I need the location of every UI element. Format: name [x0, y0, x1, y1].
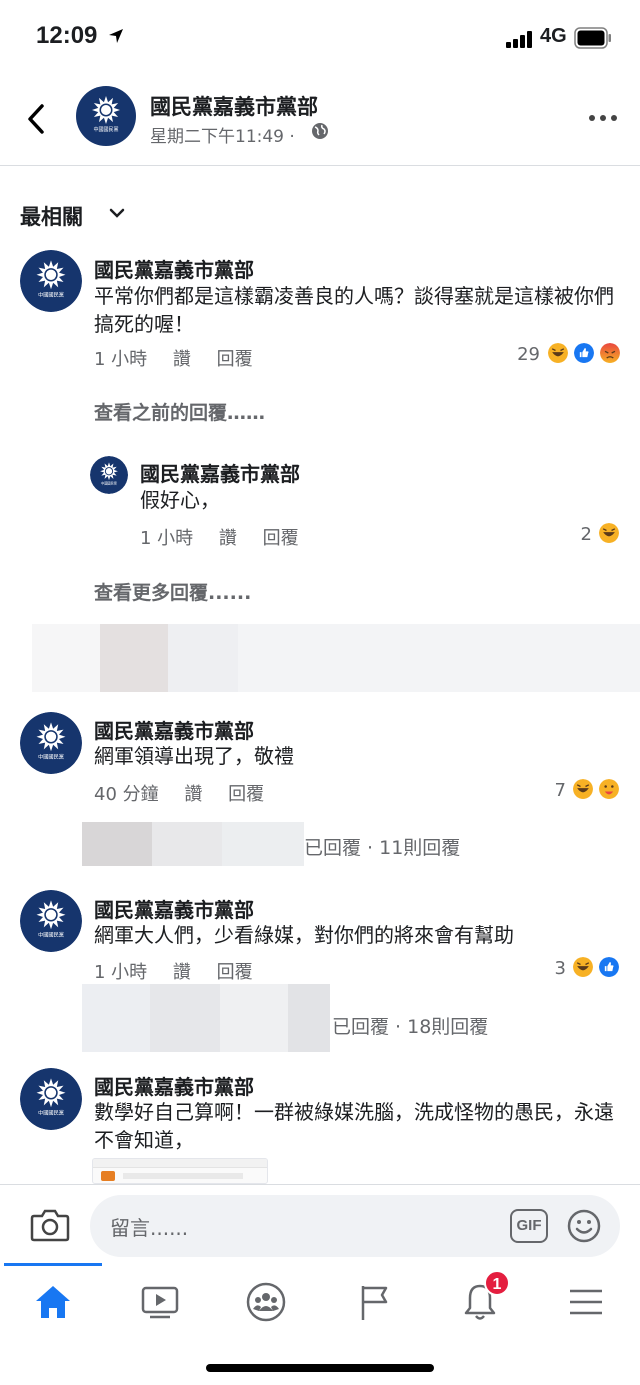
avatar[interactable]: 中國國民黨 [20, 250, 82, 312]
haha-reaction-icon [597, 521, 621, 545]
comment-text: 網軍領導出現了，敬禮 [94, 744, 294, 768]
care-reaction-icon [597, 777, 621, 801]
angry-reaction-icon [598, 341, 622, 365]
logo-text: 中國國民黨 [38, 753, 64, 761]
status-time: 12:09 [36, 22, 98, 49]
tab-watch[interactable] [130, 1278, 190, 1326]
sort-selector[interactable]: 最相關 [20, 201, 83, 231]
tab-pages[interactable] [344, 1278, 404, 1326]
battery-icon [574, 27, 611, 49]
logo-text: 中國國民黨 [38, 931, 64, 939]
reply-meta: 1 小時 讚 回覆 [140, 524, 319, 550]
reaction-count[interactable]: 3 [526, 958, 566, 979]
reply-time: 1 小時 [140, 528, 194, 549]
reply-author[interactable]: 國民黨嘉義市黨部 [140, 458, 300, 487]
comment-time: 40 分鐘 [94, 784, 159, 805]
comment-text: 平常你們都是這樣霸凌善良的人嗎？談得塞就是這樣被你們搞死的喔！ [94, 284, 614, 336]
watch-icon [141, 1286, 179, 1319]
emoji-icon[interactable] [566, 1208, 602, 1244]
reply-text: 假好心， [140, 488, 220, 512]
comment-time: 1 小時 [94, 962, 148, 983]
comment-meta: 40 分鐘 讚 回覆 [94, 780, 284, 806]
more-icon[interactable] [588, 112, 618, 124]
comment-author[interactable]: 國民黨嘉義市黨部 [94, 894, 254, 923]
avatar[interactable]: 中國國民黨 [20, 1068, 82, 1130]
redacted-replier [82, 822, 304, 866]
logo-text: 中國國民黨 [101, 481, 117, 486]
comment-meta: 1 小時 讚 回覆 [94, 345, 273, 371]
post-header: 中國國民黨 國民黨嘉義市黨部 星期二下午11:49 · [0, 78, 640, 166]
reply-link[interactable]: 回覆 [217, 962, 253, 983]
comment-text: 網軍大人們，少看綠媒，對你們的將來會有幫助 [94, 923, 514, 947]
back-icon[interactable] [22, 102, 50, 136]
attached-screenshot[interactable] [92, 1158, 268, 1184]
haha-reaction-icon [546, 341, 570, 365]
replied-summary[interactable]: 已回覆 · 11則回覆 [304, 833, 460, 860]
view-more-replies[interactable]: 查看更多回覆...... [94, 578, 251, 605]
haha-reaction-icon [571, 777, 595, 801]
avatar[interactable]: 中國國民黨 [90, 456, 128, 494]
like-link[interactable]: 讚 [173, 349, 191, 370]
comment-author[interactable]: 國民黨嘉義市黨部 [94, 715, 254, 744]
network-type: 4G [540, 25, 567, 47]
comment-input[interactable]: 留言...... GIF [90, 1195, 620, 1257]
comment-composer: 留言...... GIF [0, 1184, 640, 1266]
reply-link[interactable]: 回覆 [217, 349, 253, 370]
reply-link[interactable]: 回覆 [228, 784, 264, 805]
reaction-count[interactable]: 7 [526, 780, 566, 801]
redacted-replier [82, 984, 330, 1052]
reply-link[interactable]: 回覆 [263, 528, 299, 549]
like-link[interactable]: 讚 [219, 528, 237, 549]
comment-author[interactable]: 國民黨嘉義市黨部 [94, 1071, 254, 1100]
logo-text: 中國國民黨 [38, 1109, 64, 1117]
status-bar: 12:09 4G [0, 0, 640, 76]
logo-text: 中國國民黨 [93, 126, 118, 133]
like-reaction-icon [597, 955, 621, 979]
globe-icon [312, 123, 328, 139]
view-previous-replies[interactable]: 查看之前的回覆…… [94, 398, 265, 425]
haha-reaction-icon [571, 955, 595, 979]
signal-icon [506, 30, 536, 48]
tab-menu[interactable] [556, 1278, 616, 1326]
like-link[interactable]: 讚 [184, 784, 202, 805]
page-avatar[interactable]: 中國國民黨 [76, 86, 136, 146]
comment-time: 1 小時 [94, 349, 148, 370]
logo-text: 中國國民黨 [38, 291, 64, 299]
like-reaction-icon [572, 341, 596, 365]
tab-groups[interactable] [236, 1278, 296, 1326]
home-indicator [206, 1364, 434, 1372]
reaction-count[interactable]: 2 [552, 524, 592, 545]
chevron-down-icon[interactable] [108, 206, 126, 220]
home-icon [36, 1286, 70, 1318]
camera-icon[interactable] [30, 1207, 70, 1243]
active-tab-indicator [4, 1263, 102, 1266]
comment-placeholder: 留言...... [110, 1216, 189, 1240]
notification-badge: 1 [484, 1270, 510, 1296]
flag-icon [361, 1286, 388, 1320]
reaction-count[interactable]: 29 [500, 344, 540, 365]
menu-icon [570, 1289, 602, 1315]
comment-author[interactable]: 國民黨嘉義市黨部 [94, 254, 254, 283]
location-arrow-icon [109, 29, 123, 43]
like-link[interactable]: 讚 [173, 962, 191, 983]
redacted-comment [32, 624, 640, 692]
avatar[interactable]: 中國國民黨 [20, 890, 82, 952]
page-title[interactable]: 國民黨嘉義市黨部 [150, 91, 318, 121]
replied-summary[interactable]: 已回覆 · 18則回覆 [332, 1012, 488, 1039]
tab-home[interactable] [23, 1278, 83, 1326]
avatar[interactable]: 中國國民黨 [20, 712, 82, 774]
groups-icon [246, 1282, 286, 1322]
post-timestamp[interactable]: 星期二下午11:49 · [150, 122, 295, 147]
comment-meta: 1 小時 讚 回覆 [94, 958, 273, 984]
comment-text: 數學好自己算啊！一群被綠媒洗腦，洗成怪物的愚民，永遠不會知道， [94, 1100, 614, 1152]
gif-icon[interactable]: GIF [510, 1209, 548, 1243]
